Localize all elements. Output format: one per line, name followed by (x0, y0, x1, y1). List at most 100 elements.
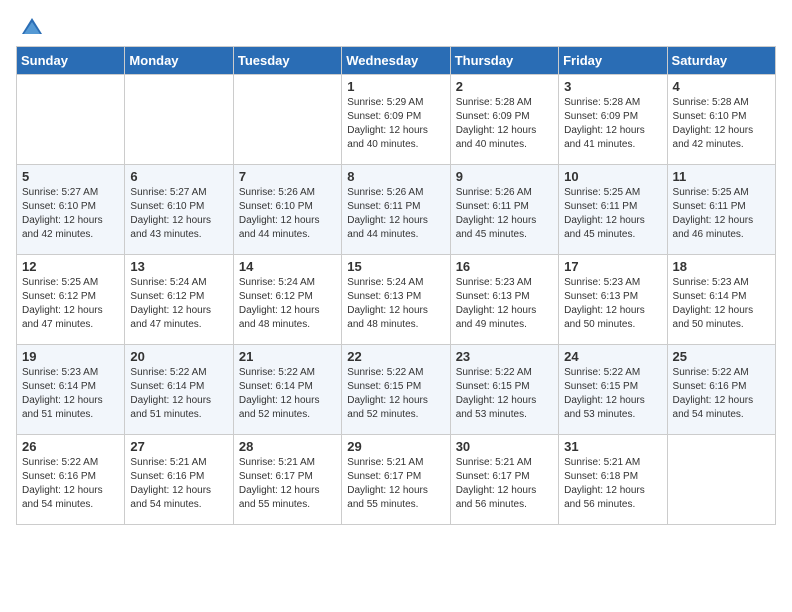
calendar-cell: 3 Sunrise: 5:28 AMSunset: 6:09 PMDaylight… (559, 75, 667, 165)
calendar-cell: 26Sunrise: 5:22 AMSunset: 6:16 PMDayligh… (17, 435, 125, 525)
day-info: Sunrise: 5:21 AMSunset: 6:17 PMDaylight:… (456, 456, 553, 512)
calendar-cell (125, 75, 233, 165)
calendar-cell: 10 Sunrise: 5:25 AMSunset: 6:11 PMDayligh… (559, 165, 667, 255)
day-info: Sunrise: 5:25 AMSunset: 6:11 PMDaylight:… (564, 186, 661, 242)
day-number: 13 (130, 259, 227, 274)
day-info: Sunrise: 5:24 AMSunset: 6:13 PMDaylight:… (347, 276, 444, 332)
day-number: 25 (673, 349, 770, 364)
calendar-week-row: 26Sunrise: 5:22 AMSunset: 6:16 PMDayligh… (17, 435, 776, 525)
calendar-cell: 23 Sunrise: 5:22 AMSunset: 6:15 PMDayligh… (450, 345, 558, 435)
calendar-cell: 19 Sunrise: 5:23 AMSunset: 6:14 PMDayligh… (17, 345, 125, 435)
day-number: 15 (347, 259, 444, 274)
page-header (16, 16, 776, 34)
day-info: Sunrise: 5:21 AMSunset: 6:16 PMDaylight:… (130, 456, 227, 512)
day-info: Sunrise: 5:21 AMSunset: 6:17 PMDaylight:… (347, 456, 444, 512)
weekday-header-thursday: Thursday (450, 47, 558, 75)
calendar-cell: 30Sunrise: 5:21 AMSunset: 6:17 PMDayligh… (450, 435, 558, 525)
calendar-week-row: 1Sunrise: 5:29 AMSunset: 6:09 PMDaylight… (17, 75, 776, 165)
day-info: Sunrise: 5:23 AMSunset: 6:13 PMDaylight:… (564, 276, 661, 332)
day-info: Sunrise: 5:27 AMSunset: 6:10 PMDaylight:… (22, 186, 119, 242)
day-info: Sunrise: 5:23 AMSunset: 6:13 PMDaylight:… (456, 276, 553, 332)
calendar-cell (233, 75, 341, 165)
day-number: 8 (347, 169, 444, 184)
day-number: 4 (673, 79, 770, 94)
day-number: 22 (347, 349, 444, 364)
day-info: Sunrise: 5:26 AMSunset: 6:11 PMDaylight:… (347, 186, 444, 242)
day-info: Sunrise: 5:23 AMSunset: 6:14 PMDaylight:… (22, 366, 119, 422)
calendar-week-row: 12Sunrise: 5:25 AMSunset: 6:12 PMDayligh… (17, 255, 776, 345)
calendar-cell: 16 Sunrise: 5:23 AMSunset: 6:13 PMDayligh… (450, 255, 558, 345)
day-number: 12 (22, 259, 119, 274)
day-info: Sunrise: 5:22 AMSunset: 6:15 PMDaylight:… (347, 366, 444, 422)
day-number: 1 (347, 79, 444, 94)
calendar-cell: 17 Sunrise: 5:23 AMSunset: 6:13 PMDayligh… (559, 255, 667, 345)
day-info: Sunrise: 5:28 AMSunset: 6:09 PMDaylight:… (456, 96, 553, 152)
calendar-cell: 15 Sunrise: 5:24 AMSunset: 6:13 PMDayligh… (342, 255, 450, 345)
day-number: 11 (673, 169, 770, 184)
calendar-cell: 1Sunrise: 5:29 AMSunset: 6:09 PMDaylight… (342, 75, 450, 165)
day-info: Sunrise: 5:22 AMSunset: 6:15 PMDaylight:… (564, 366, 661, 422)
calendar-table: SundayMondayTuesdayWednesdayThursdayFrid… (16, 46, 776, 525)
day-number: 21 (239, 349, 336, 364)
calendar-cell (17, 75, 125, 165)
day-info: Sunrise: 5:24 AMSunset: 6:12 PMDaylight:… (130, 276, 227, 332)
day-info: Sunrise: 5:22 AMSunset: 6:15 PMDaylight:… (456, 366, 553, 422)
day-number: 2 (456, 79, 553, 94)
calendar-cell: 27 Sunrise: 5:21 AMSunset: 6:16 PMDayligh… (125, 435, 233, 525)
day-info: Sunrise: 5:23 AMSunset: 6:14 PMDaylight:… (673, 276, 770, 332)
day-number: 10 (564, 169, 661, 184)
calendar-cell: 29 Sunrise: 5:21 AMSunset: 6:17 PMDayligh… (342, 435, 450, 525)
day-number: 7 (239, 169, 336, 184)
day-number: 17 (564, 259, 661, 274)
day-number: 29 (347, 439, 444, 454)
calendar-cell: 22 Sunrise: 5:22 AMSunset: 6:15 PMDayligh… (342, 345, 450, 435)
logo-icon (20, 16, 44, 40)
day-number: 28 (239, 439, 336, 454)
day-number: 31 (564, 439, 661, 454)
day-info: Sunrise: 5:22 AMSunset: 6:16 PMDaylight:… (673, 366, 770, 422)
day-info: Sunrise: 5:22 AMSunset: 6:14 PMDaylight:… (130, 366, 227, 422)
day-number: 20 (130, 349, 227, 364)
calendar-cell: 4 Sunrise: 5:28 AMSunset: 6:10 PMDaylight… (667, 75, 775, 165)
weekday-header-wednesday: Wednesday (342, 47, 450, 75)
day-number: 27 (130, 439, 227, 454)
calendar-cell: 13 Sunrise: 5:24 AMSunset: 6:12 PMDayligh… (125, 255, 233, 345)
calendar-cell: 9Sunrise: 5:26 AMSunset: 6:11 PMDaylight… (450, 165, 558, 255)
day-number: 6 (130, 169, 227, 184)
day-info: Sunrise: 5:27 AMSunset: 6:10 PMDaylight:… (130, 186, 227, 242)
day-info: Sunrise: 5:21 AMSunset: 6:18 PMDaylight:… (564, 456, 661, 512)
day-number: 23 (456, 349, 553, 364)
calendar-cell: 31 Sunrise: 5:21 AMSunset: 6:18 PMDayligh… (559, 435, 667, 525)
weekday-header-monday: Monday (125, 47, 233, 75)
day-number: 3 (564, 79, 661, 94)
weekday-header-tuesday: Tuesday (233, 47, 341, 75)
day-number: 5 (22, 169, 119, 184)
day-info: Sunrise: 5:26 AMSunset: 6:10 PMDaylight:… (239, 186, 336, 242)
day-number: 16 (456, 259, 553, 274)
calendar-cell: 5 Sunrise: 5:27 AMSunset: 6:10 PMDaylight… (17, 165, 125, 255)
calendar-cell: 11 Sunrise: 5:25 AMSunset: 6:11 PMDayligh… (667, 165, 775, 255)
calendar-week-row: 5 Sunrise: 5:27 AMSunset: 6:10 PMDaylight… (17, 165, 776, 255)
weekday-header-friday: Friday (559, 47, 667, 75)
day-number: 24 (564, 349, 661, 364)
day-info: Sunrise: 5:26 AMSunset: 6:11 PMDaylight:… (456, 186, 553, 242)
calendar-cell: 8 Sunrise: 5:26 AMSunset: 6:11 PMDaylight… (342, 165, 450, 255)
calendar-cell (667, 435, 775, 525)
calendar-cell: 6 Sunrise: 5:27 AMSunset: 6:10 PMDaylight… (125, 165, 233, 255)
day-info: Sunrise: 5:25 AMSunset: 6:11 PMDaylight:… (673, 186, 770, 242)
calendar-cell: 24 Sunrise: 5:22 AMSunset: 6:15 PMDayligh… (559, 345, 667, 435)
calendar-cell: 21Sunrise: 5:22 AMSunset: 6:14 PMDayligh… (233, 345, 341, 435)
calendar-cell: 20 Sunrise: 5:22 AMSunset: 6:14 PMDayligh… (125, 345, 233, 435)
day-info: Sunrise: 5:28 AMSunset: 6:10 PMDaylight:… (673, 96, 770, 152)
day-info: Sunrise: 5:28 AMSunset: 6:09 PMDaylight:… (564, 96, 661, 152)
day-info: Sunrise: 5:24 AMSunset: 6:12 PMDaylight:… (239, 276, 336, 332)
calendar-cell: 7 Sunrise: 5:26 AMSunset: 6:10 PMDaylight… (233, 165, 341, 255)
day-number: 19 (22, 349, 119, 364)
weekday-header-sunday: Sunday (17, 47, 125, 75)
calendar-week-row: 19 Sunrise: 5:23 AMSunset: 6:14 PMDayligh… (17, 345, 776, 435)
calendar-cell: 28Sunrise: 5:21 AMSunset: 6:17 PMDayligh… (233, 435, 341, 525)
logo (16, 16, 44, 34)
day-number: 14 (239, 259, 336, 274)
calendar-cell: 14 Sunrise: 5:24 AMSunset: 6:12 PMDayligh… (233, 255, 341, 345)
day-number: 26 (22, 439, 119, 454)
